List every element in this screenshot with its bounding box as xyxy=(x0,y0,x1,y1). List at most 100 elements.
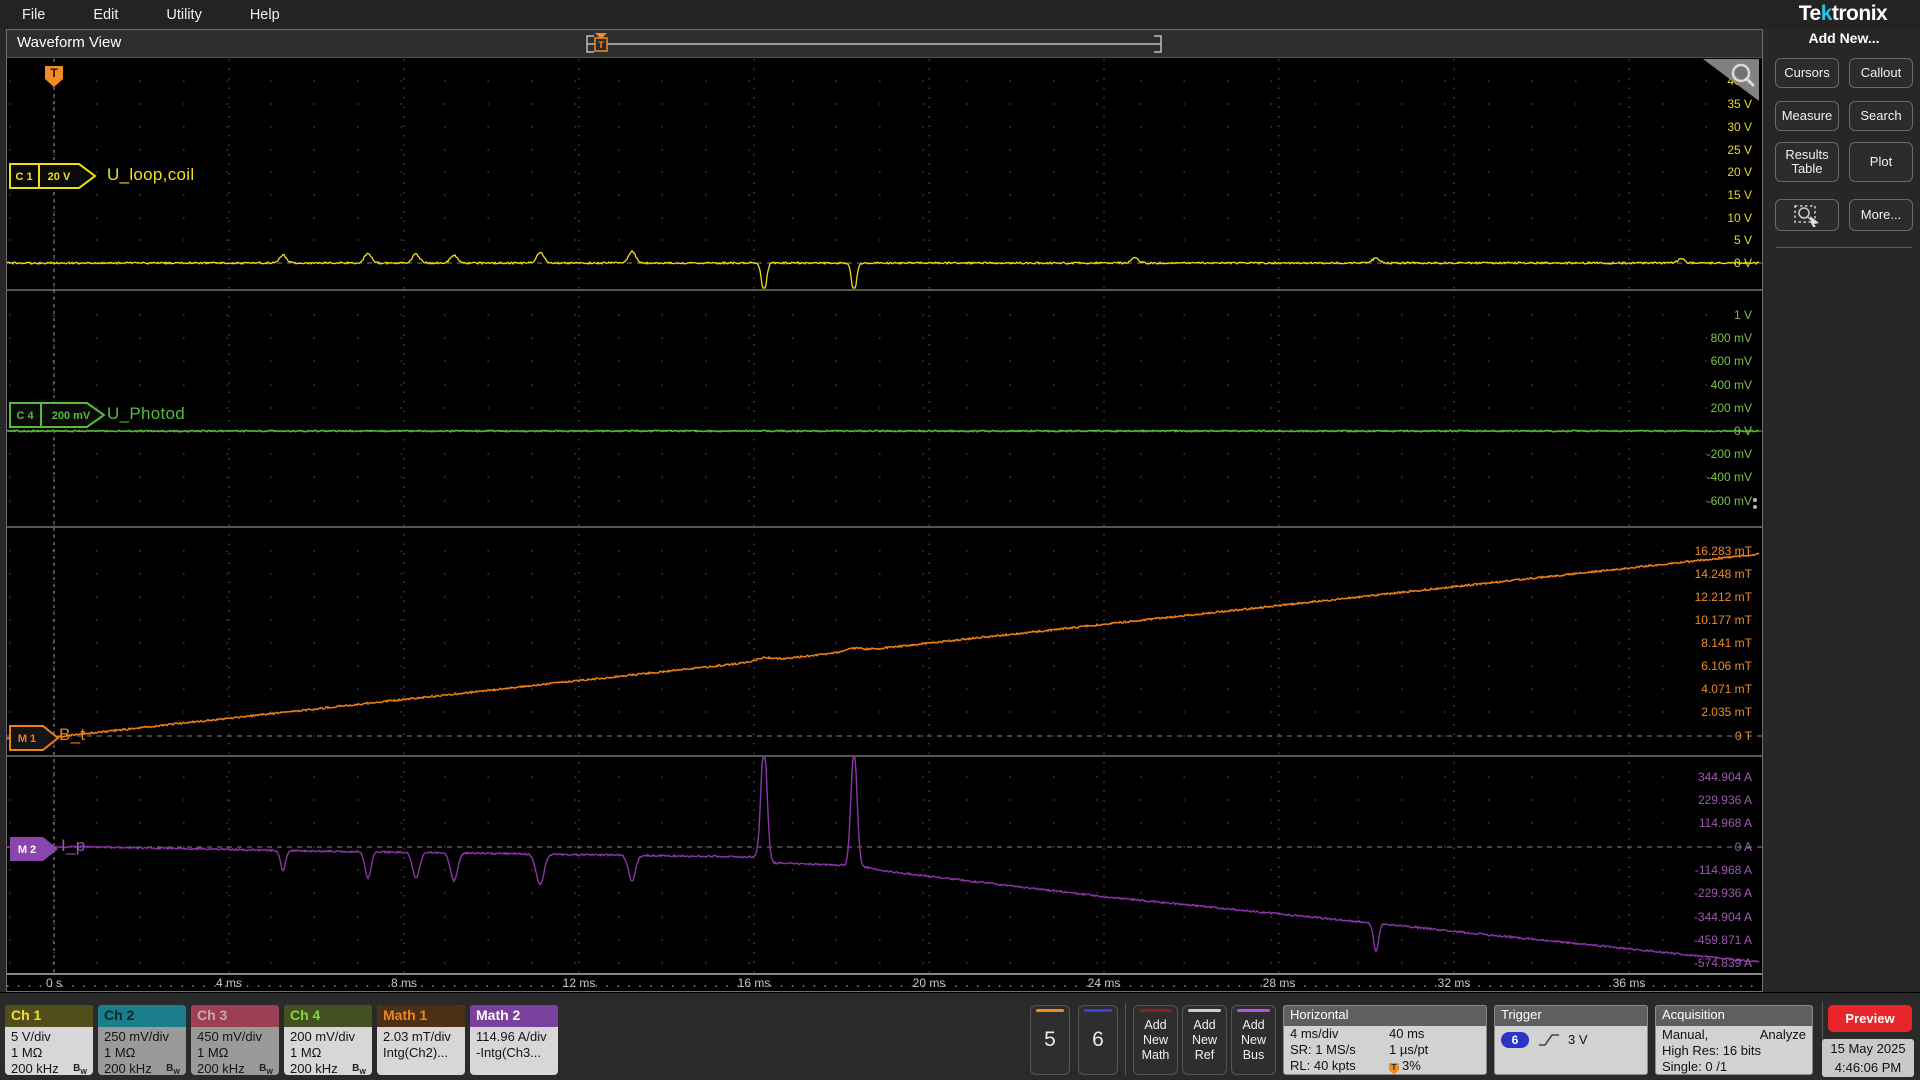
ch2-bandwidth: 200 kHz BW xyxy=(98,1061,186,1075)
channel5-button[interactable]: 5 xyxy=(1030,1005,1070,1075)
ch1-settings-badge[interactable]: Ch 1 5 V/div 1 MΩ 200 kHz BW xyxy=(5,1005,93,1075)
date-text: 15 May 2025 xyxy=(1822,1039,1914,1058)
pane-resize-handle[interactable] xyxy=(1753,495,1758,511)
add-new-ref-button[interactable]: Add New Ref xyxy=(1182,1005,1227,1075)
bottom-settings-bar: Ch 1 5 V/div 1 MΩ 200 kHz BW Ch 2 250 mV/… xyxy=(0,992,1920,1080)
time-text: 4:46:06 PM xyxy=(1822,1058,1914,1077)
ch4-bandwidth: 200 kHz BW xyxy=(284,1061,372,1075)
add-new-math-button[interactable]: Add New Math xyxy=(1133,1005,1178,1075)
math2-badge-id: M 2 xyxy=(18,844,36,856)
ch1-impedance: 1 MΩ xyxy=(5,1045,93,1061)
waveform-view-panel: Waveform View T 40 V35 V30 V25 V20 V15 V… xyxy=(6,29,1763,992)
oscilloscope-app: File Edit Utility Help Waveform View T 4… xyxy=(0,0,1920,1080)
callout-button[interactable]: Callout xyxy=(1849,58,1913,88)
trigger-panel-title: Trigger xyxy=(1495,1006,1647,1026)
overview-trigger-label: T xyxy=(598,40,604,50)
ch2-badge-title: Ch 2 xyxy=(98,1005,186,1027)
channel6-number: 6 xyxy=(1079,1028,1117,1052)
math1-badge[interactable]: M 1 xyxy=(9,725,61,751)
trigger-settings-row: 6 3 V xyxy=(1495,1029,1647,1051)
datetime-display[interactable]: 15 May 2025 4:46:06 PM xyxy=(1822,1039,1914,1077)
bandwidth-limit-icon: BW xyxy=(352,1061,366,1075)
ch2-impedance: 1 MΩ xyxy=(98,1045,186,1061)
math2-settings-badge[interactable]: Math 2 114.96 A/div -Intg(Ch3... xyxy=(470,1005,558,1075)
bottom-bar-separator xyxy=(1125,1003,1126,1075)
channel6-button[interactable]: 6 xyxy=(1078,1005,1118,1075)
math1-settings-badge[interactable]: Math 1 2.03 mT/div Intg(Ch2)... xyxy=(377,1005,465,1075)
graticule[interactable]: 40 V35 V30 V25 V20 V15 V10 V5 V0 V1 V800… xyxy=(7,57,1762,991)
horizontal-row-recordlength: RL: 40 kpts T 3% xyxy=(1284,1058,1486,1074)
horizontal-panel-title: Horizontal xyxy=(1284,1006,1486,1026)
ch3-impedance: 1 MΩ xyxy=(191,1045,279,1061)
math1-trace-label[interactable]: B_t xyxy=(59,725,85,745)
acquisition-overview-bar[interactable]: T xyxy=(579,30,1169,57)
ch3-settings-badge[interactable]: Ch 3 450 mV/div 1 MΩ 200 kHz BW xyxy=(191,1005,279,1075)
channel4-badge-scale: 200 mV xyxy=(52,410,91,422)
bus-color-stripe xyxy=(1237,1009,1270,1012)
menu-edit[interactable]: Edit xyxy=(93,7,118,23)
math2-badge-title: Math 2 xyxy=(470,1005,558,1027)
horizontal-panel[interactable]: Horizontal 4 ms/div 40 ms SR: 1 MS/s 1 µs/… xyxy=(1283,1005,1487,1075)
trigger-panel[interactable]: Trigger 6 3 V xyxy=(1494,1005,1648,1075)
menu-file[interactable]: File xyxy=(22,7,45,23)
acquisition-resolution-row: High Res: 16 bits xyxy=(1656,1043,1812,1059)
math2-function: -Intg(Ch3... xyxy=(470,1045,558,1061)
plot-button[interactable]: Plot xyxy=(1849,142,1913,182)
horizontal-row-scale: 4 ms/div 40 ms xyxy=(1284,1026,1486,1042)
trigger-position-mini-icon: T xyxy=(1389,1063,1399,1075)
math1-badge-title: Math 1 xyxy=(377,1005,465,1027)
results-table-button[interactable]: Results Table xyxy=(1775,142,1839,182)
channel1-badge[interactable]: C 1 20 V xyxy=(9,163,97,189)
more-button[interactable]: More... xyxy=(1849,199,1913,231)
zoom-selection-icon xyxy=(1792,203,1822,227)
math-color-stripe xyxy=(1139,1009,1172,1012)
acquisition-panel-title: Acquisition xyxy=(1656,1006,1812,1026)
trigger-level: 3 V xyxy=(1568,1032,1588,1048)
ch4-settings-badge[interactable]: Ch 4 200 mV/div 1 MΩ 200 kHz BW xyxy=(284,1005,372,1075)
math1-badge-id: M 1 xyxy=(18,733,36,745)
ch4-scale: 200 mV/div xyxy=(284,1029,372,1045)
ch3-scale: 450 mV/div xyxy=(191,1029,279,1045)
ch2-settings-badge[interactable]: Ch 2 250 mV/div 1 MΩ 200 kHz BW xyxy=(98,1005,186,1075)
acquisition-panel[interactable]: Acquisition Manual, Analyze High Res: 16 … xyxy=(1655,1005,1813,1075)
channel6-color-stripe xyxy=(1084,1009,1112,1012)
trace-math2 xyxy=(7,758,1759,962)
ch1-scale: 5 V/div xyxy=(5,1029,93,1045)
math1-function: Intg(Ch2)... xyxy=(377,1045,465,1061)
search-button[interactable]: Search xyxy=(1849,101,1913,131)
menu-help[interactable]: Help xyxy=(250,7,280,23)
math2-trace-label[interactable]: I_p xyxy=(61,836,86,856)
channel1-trace-label[interactable]: U_loop,coil xyxy=(107,165,194,185)
channel5-number: 5 xyxy=(1031,1028,1069,1052)
zoom-selection-button[interactable] xyxy=(1775,199,1839,231)
waveform-view-title: Waveform View xyxy=(17,34,121,51)
ch1-badge-title: Ch 1 xyxy=(5,1005,93,1027)
math1-scale: 2.03 mT/div xyxy=(377,1029,465,1045)
sidebar-divider xyxy=(1776,247,1912,248)
math2-badge[interactable]: M 2 xyxy=(9,836,61,862)
menu-utility[interactable]: Utility xyxy=(166,7,201,23)
bandwidth-limit-icon: BW xyxy=(259,1061,273,1075)
bandwidth-limit-icon: BW xyxy=(166,1061,180,1075)
ch1-bandwidth: 200 kHz BW xyxy=(5,1061,93,1075)
channel5-color-stripe xyxy=(1036,1009,1064,1012)
trace-math1 xyxy=(7,553,1759,739)
channel4-badge-id: C 4 xyxy=(16,410,34,422)
cursors-button[interactable]: Cursors xyxy=(1775,58,1839,88)
channel4-badge[interactable]: C 4 200 mV xyxy=(9,402,105,428)
channel4-trace-label[interactable]: U_Photod xyxy=(107,404,185,424)
math2-scale: 114.96 A/div xyxy=(470,1029,558,1045)
add-new-bus-button[interactable]: Add New Bus xyxy=(1231,1005,1276,1075)
waveform-view-header: Waveform View T xyxy=(7,30,1762,58)
acquisition-mode-row: Manual, Analyze xyxy=(1656,1027,1812,1043)
tektronix-logo: Tektronix xyxy=(1768,2,1918,26)
trace-ch1 xyxy=(7,251,1759,288)
preview-button[interactable]: Preview xyxy=(1828,1005,1912,1032)
waveform-canvas xyxy=(7,57,1762,991)
ref-color-stripe xyxy=(1188,1009,1221,1012)
trigger-source-pill: 6 xyxy=(1501,1032,1529,1048)
add-new-panel: Add New... Cursors Callout Measure Searc… xyxy=(1774,30,1914,248)
acquisition-single-row: Single: 0 /1 xyxy=(1656,1059,1812,1075)
rising-edge-icon xyxy=(1538,1032,1560,1048)
measure-button[interactable]: Measure xyxy=(1775,101,1839,131)
